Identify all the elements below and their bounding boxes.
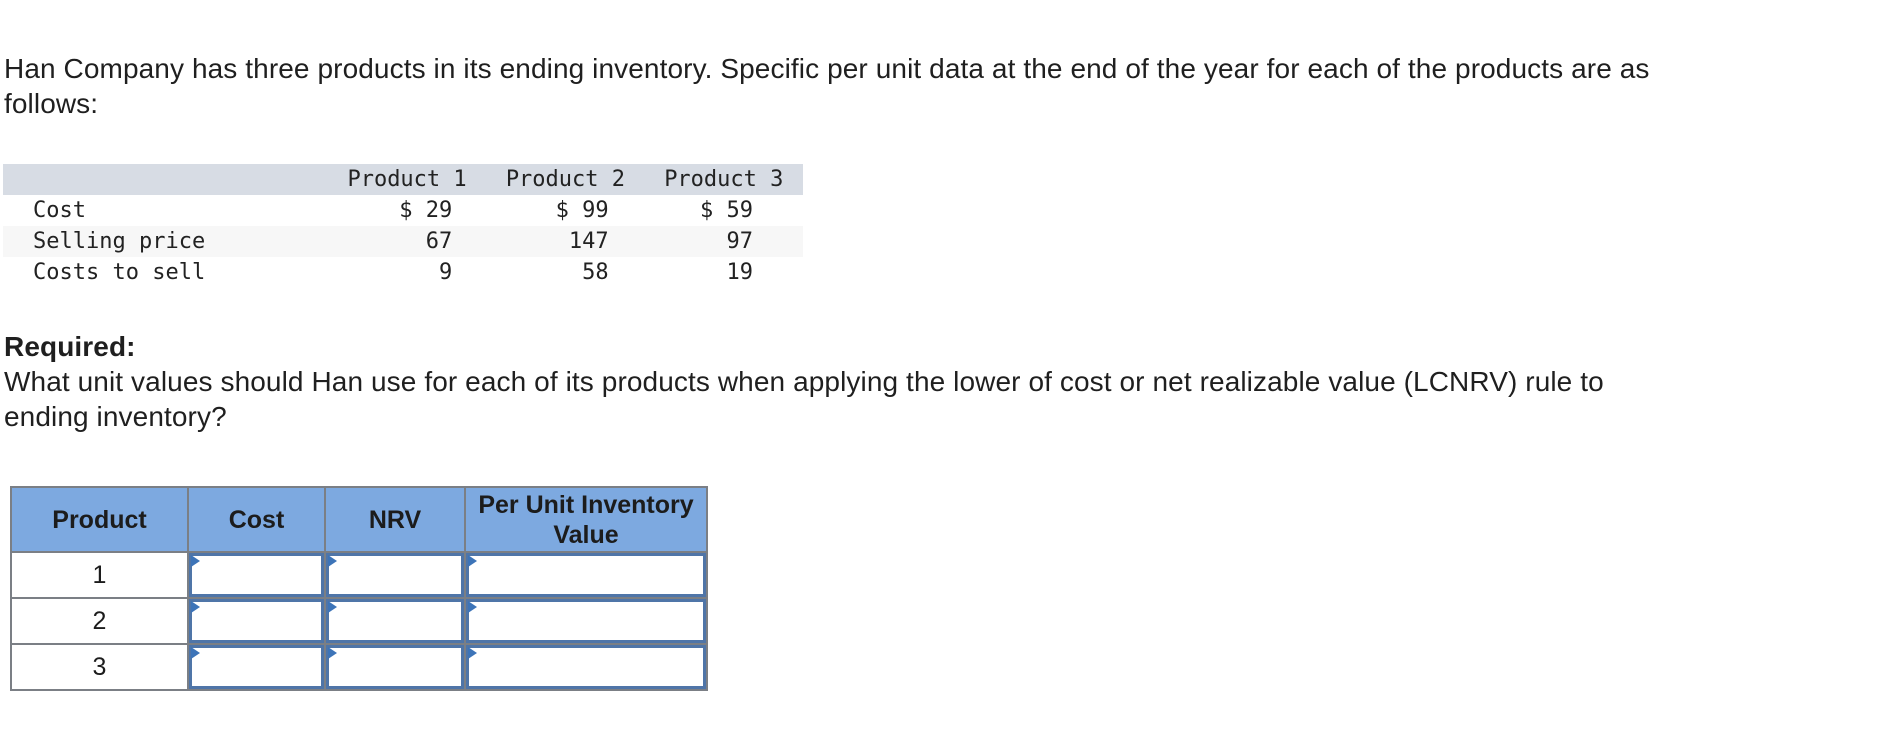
- table-row: Selling price 67 147 97: [3, 226, 803, 257]
- nrv-cell: [324, 597, 466, 645]
- nrv-cell: [324, 551, 466, 599]
- cost-cell: [187, 643, 326, 691]
- answer-row: 3: [10, 643, 708, 691]
- nrv-input-product-3[interactable]: [326, 645, 464, 689]
- cell-value: 58: [582, 260, 609, 285]
- cost-input-product-1[interactable]: [189, 553, 324, 597]
- answer-row: 1: [10, 551, 708, 599]
- intro-line: follows:: [4, 88, 99, 119]
- cost-cell: [187, 597, 326, 645]
- row-label: Costs to sell: [33, 260, 206, 285]
- value-cell: [464, 551, 708, 599]
- inventory-value-input-product-3[interactable]: [466, 645, 706, 689]
- question-line: What unit values should Han use for each…: [4, 366, 1604, 397]
- header-product: Product: [10, 486, 189, 553]
- data-table-header-product-2: Product 2: [505, 167, 626, 192]
- cell-value: 97: [726, 229, 754, 254]
- product-data-table: Product 1 Product 2 Product 3 Cost $ 29 …: [3, 164, 803, 288]
- answer-row: 2: [10, 597, 708, 645]
- question-line: ending inventory?: [4, 401, 227, 432]
- answer-table-header-row: Product Cost NRV Per Unit Inventory Valu…: [10, 486, 708, 553]
- inventory-value-input-product-1[interactable]: [466, 553, 706, 597]
- product-number: 1: [10, 551, 189, 599]
- answer-table: Product Cost NRV Per Unit Inventory Valu…: [10, 486, 708, 691]
- product-number: 2: [10, 597, 189, 645]
- intro-line: Han Company has three products in its en…: [4, 53, 1650, 84]
- cell-value: 67: [425, 229, 453, 254]
- inventory-value-input-product-2[interactable]: [466, 599, 706, 643]
- cell-value: 147: [568, 229, 609, 254]
- value-cell: [464, 643, 708, 691]
- table-row: Costs to sell 9 58 19: [3, 257, 803, 288]
- cost-input-product-3[interactable]: [189, 645, 324, 689]
- cell-value: 19: [726, 260, 754, 285]
- header-nrv: NRV: [324, 486, 466, 553]
- header-per-unit-inventory-value: Per Unit Inventory Value: [464, 486, 708, 553]
- nrv-input-product-1[interactable]: [326, 553, 464, 597]
- data-table-header-product-1: Product 1: [347, 167, 467, 192]
- header-value-line: Value: [553, 520, 619, 549]
- header-cost: Cost: [187, 486, 326, 553]
- cell-value: 9: [439, 260, 453, 285]
- product-number: 3: [10, 643, 189, 691]
- header-value-line: Per Unit Inventory: [478, 490, 694, 519]
- value-cell: [464, 597, 708, 645]
- data-table-header-blank: [3, 164, 328, 195]
- data-table-header-product-3: Product 3: [664, 167, 784, 192]
- nrv-cell: [324, 643, 466, 691]
- cost-cell: [187, 551, 326, 599]
- row-label: Selling price: [33, 229, 206, 254]
- cell-value: $ 59: [700, 198, 753, 223]
- required-heading: Required:: [4, 331, 136, 362]
- table-row: Cost $ 29 $ 99 $ 59: [3, 195, 803, 226]
- cell-value: $ 99: [555, 198, 609, 223]
- data-table-header-row: Product 1 Product 2 Product 3: [3, 164, 803, 195]
- nrv-input-product-2[interactable]: [326, 599, 464, 643]
- row-label: Cost: [33, 198, 86, 223]
- cost-input-product-2[interactable]: [189, 599, 324, 643]
- question-text: What unit values should Han use for each…: [4, 364, 1604, 434]
- problem-intro: Han Company has three products in its en…: [4, 51, 1650, 121]
- cell-value: $ 29: [399, 198, 453, 223]
